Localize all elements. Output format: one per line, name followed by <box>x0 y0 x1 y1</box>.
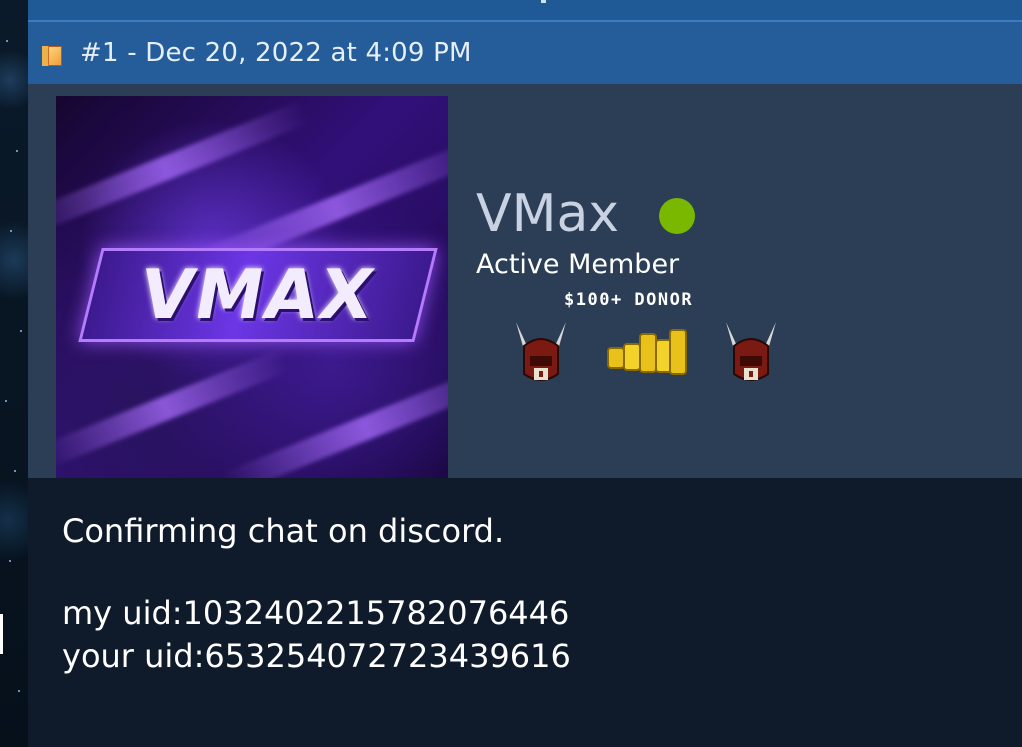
page: #1 - Dec 20, 2022 at 4:09 PM VMAX VMax A… <box>0 0 1022 747</box>
avatar-logo: VMAX <box>78 248 438 342</box>
username[interactable]: VMax <box>476 184 619 244</box>
user-title: Active Member <box>476 249 680 280</box>
background-space-strip <box>0 0 28 747</box>
avatar-logo-text: VMAX <box>134 255 382 335</box>
post-icon <box>42 44 64 66</box>
post-permalink[interactable]: #1 - Dec 20, 2022 at 4:09 PM <box>80 38 472 68</box>
post-container: #1 - Dec 20, 2022 at 4:09 PM VMAX VMax A… <box>28 0 1022 747</box>
helmet-icon <box>516 322 566 381</box>
gold-coins-icon <box>607 329 687 375</box>
post-text-line: your uid:653254072723439616 <box>62 637 571 675</box>
top-bar <box>28 0 1022 22</box>
donor-label: $100+ DONOR <box>564 290 694 310</box>
post-text-line: my uid:1032402215782076446 <box>62 594 570 632</box>
post-text-line: Confirming chat on discord. <box>62 512 505 550</box>
user-info-panel: VMAX VMax Active Member $100+ DONOR <box>28 84 1022 478</box>
avatar[interactable]: VMAX <box>56 96 448 478</box>
edge-marker <box>0 614 3 654</box>
username-row: VMax <box>476 184 696 244</box>
online-status-icon <box>659 198 696 234</box>
post-body: Confirming chat on discord. my uid:10324… <box>28 478 1022 747</box>
post-header: #1 - Dec 20, 2022 at 4:09 PM <box>28 22 1022 84</box>
helmet-icon <box>726 322 776 381</box>
